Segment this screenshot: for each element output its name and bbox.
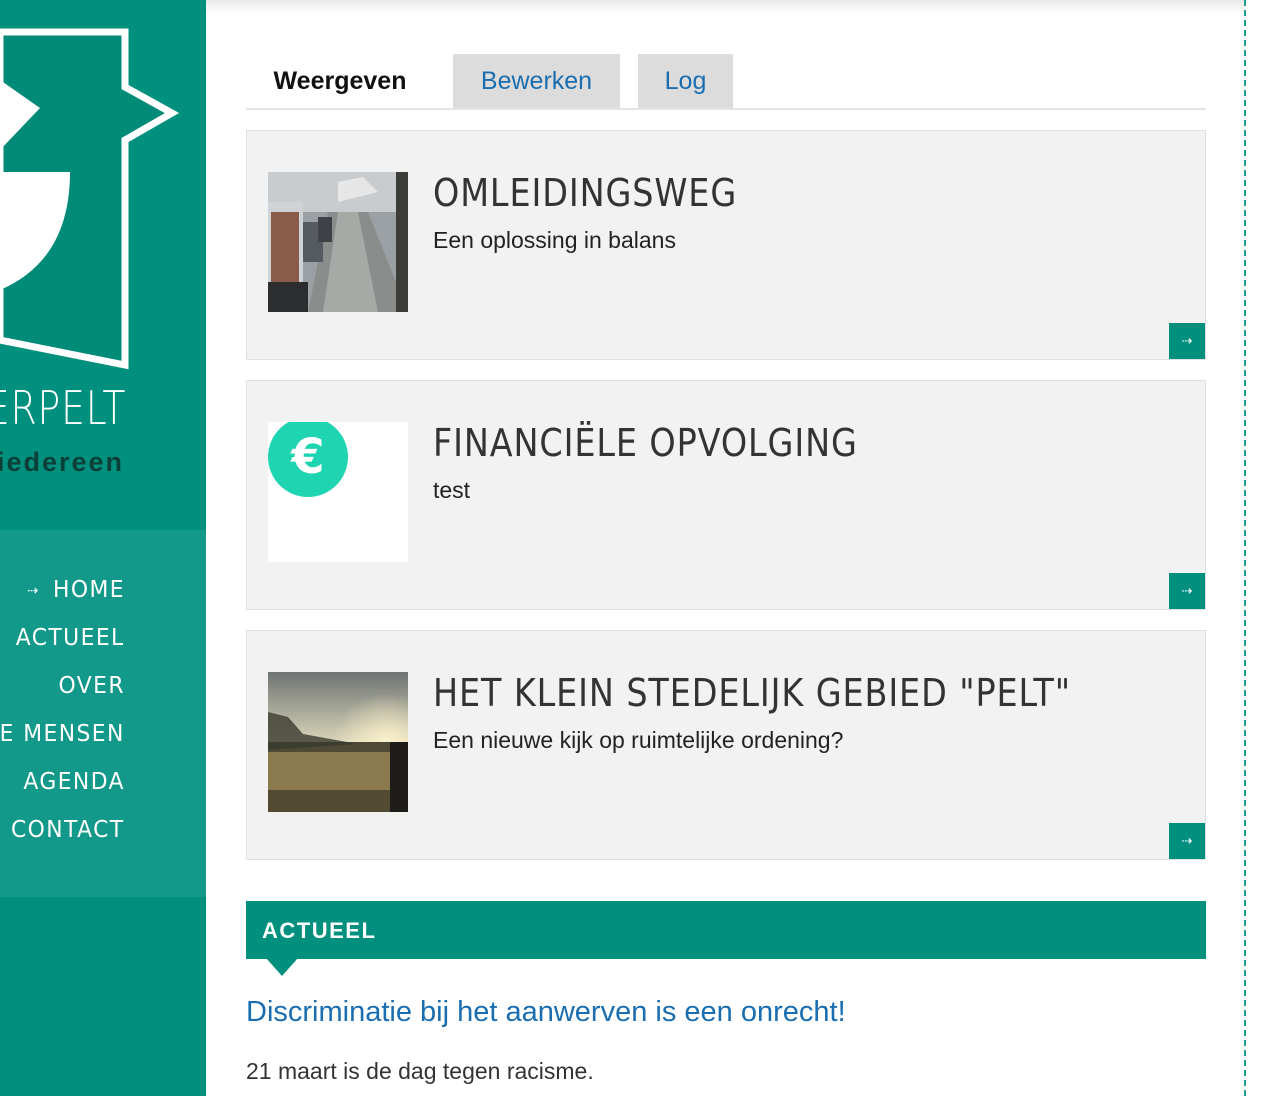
nav-item-home[interactable]: ⇢ HOME <box>27 577 125 603</box>
arrow-right-icon: ⇢ <box>27 582 40 599</box>
news-summary: 21 maart is de dag tegen racisme. <box>246 1058 594 1084</box>
brand-tagline: iedereen <box>0 447 124 477</box>
nav-item-agenda[interactable]: AGENDA <box>23 769 125 795</box>
card-subtitle: Een nieuwe kijk op ruimtelijke ordening? <box>433 727 844 753</box>
card-subtitle: Een oplossing in balans <box>433 227 676 253</box>
tab-bar: Weergeven Bewerken Log <box>246 54 1206 110</box>
card-title[interactable]: FINANCIËLE OPVOLGING <box>433 421 858 465</box>
dashed-divider <box>1244 0 1246 1096</box>
teaser-card[interactable]: OMLEIDINGSWEG Een oplossing in balans ⇢ <box>246 130 1206 360</box>
street-traffic-photo <box>268 172 408 312</box>
canal-sunset-photo <box>268 672 408 812</box>
card-subtitle: test <box>433 477 471 503</box>
logo[interactable] <box>0 0 206 380</box>
teaser-card[interactable]: HET KLEIN STEDELIJK GEBIED "PELT" Een ni… <box>246 630 1206 860</box>
nav-item-over[interactable]: OVER <box>59 673 125 699</box>
main-nav: ⇢ HOME ACTUEEL OVER E MENSEN AGENDA CONTA… <box>0 530 206 897</box>
news-title-link[interactable]: Discriminatie bij het aanwerven is een o… <box>246 996 846 1029</box>
svg-text:€: € <box>290 429 324 485</box>
card-title[interactable]: OMLEIDINGSWEG <box>433 171 737 215</box>
brand-name: ERPELT <box>0 381 127 435</box>
nav-item-contact[interactable]: CONTACT <box>11 817 125 843</box>
euro-icon: € <box>268 422 408 562</box>
section-title: ACTUEEL <box>262 918 377 943</box>
arrow-right-icon[interactable]: ⇢ <box>1169 573 1205 609</box>
tab-bewerken[interactable]: Bewerken <box>453 54 620 108</box>
actueel-header: ACTUEEL <box>246 901 1206 959</box>
card-title[interactable]: HET KLEIN STEDELIJK GEBIED "PELT" <box>433 671 1071 715</box>
nav-item-label: OVER <box>58 673 125 699</box>
nav-item-mensen[interactable]: E MENSEN <box>0 721 125 747</box>
nav-item-label: E MENSEN <box>0 721 125 747</box>
arrow-right-icon[interactable]: ⇢ <box>1169 323 1205 359</box>
tab-log[interactable]: Log <box>638 54 733 108</box>
tab-weergeven[interactable]: Weergeven <box>246 54 434 108</box>
nav-item-label: ACTUEEL <box>16 625 125 651</box>
sidebar: ERPELT iedereen ⇢ HOME ACTUEEL OVER E MEN… <box>0 0 206 1096</box>
nav-item-label: AGENDA <box>23 769 125 795</box>
top-shadow <box>206 0 1244 14</box>
nav-item-actueel[interactable]: ACTUEEL <box>16 625 125 651</box>
arrow-right-icon[interactable]: ⇢ <box>1169 823 1205 859</box>
nav-item-label: HOME <box>53 577 125 603</box>
teaser-card[interactable]: € FINANCIËLE OPVOLGING test ⇢ <box>246 380 1206 610</box>
header-notch <box>266 958 298 976</box>
nav-item-label: CONTACT <box>11 817 125 843</box>
